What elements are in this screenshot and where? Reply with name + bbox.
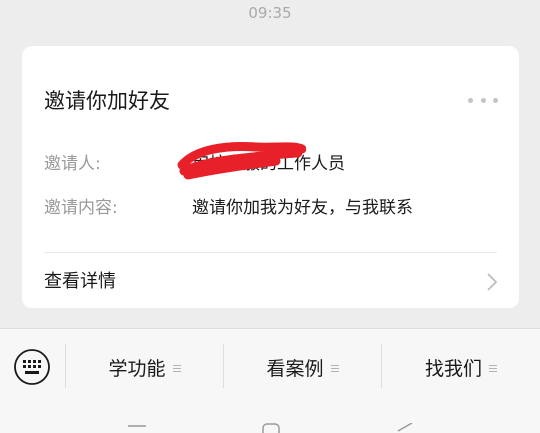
chat-area: 09:35 邀请你加好友 邀请人: 审核客服的工作人员 邀请内容: 邀请你加我为… [0,0,540,328]
menu-item-label: 学功能 [108,358,166,380]
menu-item-cases[interactable]: 看案例 [224,329,381,406]
keyboard-icon[interactable] [13,348,51,386]
system-nav-bar [0,405,540,433]
message-time: 09:35 [248,4,292,22]
menu-item-contact[interactable]: 找我们 [382,329,540,406]
nav-menu-icon[interactable] [127,423,147,433]
menu-item-label: 找我们 [424,358,482,380]
inviter-label: 邀请人: [44,154,101,174]
menu-icon [172,365,181,372]
redaction-scribble-icon [177,142,306,180]
menu-bar: 学功能 看案例 找我们 [0,328,540,405]
nav-home-icon[interactable] [262,423,280,433]
chevron-right-icon [487,273,498,291]
menu-item-label: 看案例 [266,358,324,380]
view-details-label: 查看详情 [44,271,116,292]
menu-item-learn[interactable]: 学功能 [66,329,223,406]
menu-icon [330,365,339,372]
card-divider [44,252,497,253]
menu-icon [489,365,497,372]
more-icon[interactable] [468,93,498,107]
view-details-link[interactable]: 查看详情 [22,254,519,308]
card-title: 邀请你加好友 [44,89,170,113]
invite-card[interactable]: 邀请你加好友 邀请人: 审核客服的工作人员 邀请内容: 邀请你加我为好友，与我联… [22,46,519,308]
nav-back-icon[interactable] [396,423,414,433]
content-label: 邀请内容: [44,198,118,218]
content-value: 邀请你加我为好友，与我联系 [192,198,413,218]
